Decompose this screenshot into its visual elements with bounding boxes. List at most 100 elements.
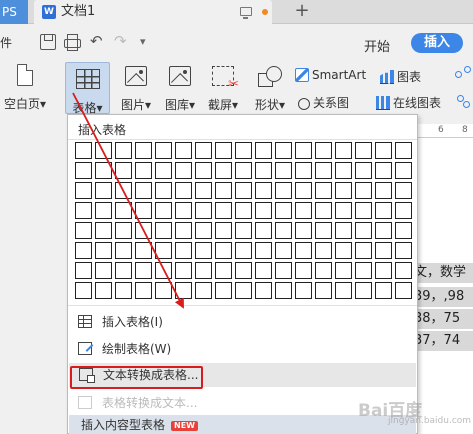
- more-dropdown-icon[interactable]: ▾: [140, 34, 156, 50]
- grid-cell[interactable]: [95, 182, 112, 199]
- grid-cell[interactable]: [155, 262, 172, 279]
- grid-cell[interactable]: [315, 282, 332, 299]
- grid-cell[interactable]: [355, 222, 372, 239]
- save-icon[interactable]: [40, 34, 56, 50]
- menu-insert[interactable]: 插入: [411, 33, 463, 53]
- grid-cell[interactable]: [395, 282, 412, 299]
- grid-cell[interactable]: [355, 262, 372, 279]
- document-line[interactable]: 39，,98: [410, 287, 473, 307]
- grid-cell[interactable]: [215, 222, 232, 239]
- grid-cell[interactable]: [315, 242, 332, 259]
- grid-cell[interactable]: [175, 242, 192, 259]
- grid-cell[interactable]: [375, 282, 392, 299]
- undo-icon[interactable]: ↶: [90, 33, 106, 49]
- grid-cell[interactable]: [335, 202, 352, 219]
- grid-cell[interactable]: [395, 242, 412, 259]
- grid-cell[interactable]: [355, 242, 372, 259]
- grid-cell[interactable]: [195, 142, 212, 159]
- grid-cell[interactable]: [135, 202, 152, 219]
- table-button[interactable]: 表格▾: [65, 62, 110, 115]
- relation-map-button[interactable]: 关系图: [298, 94, 349, 111]
- grid-cell[interactable]: [235, 262, 252, 279]
- grid-cell[interactable]: [115, 202, 132, 219]
- document-line[interactable]: 文，数学: [410, 263, 473, 283]
- monitor-icon[interactable]: [240, 7, 252, 19]
- tab-ps[interactable]: PS: [0, 0, 28, 24]
- grid-cell[interactable]: [255, 222, 272, 239]
- grid-cell[interactable]: [375, 162, 392, 179]
- grid-cell[interactable]: [335, 282, 352, 299]
- grid-cell[interactable]: [235, 282, 252, 299]
- grid-cell[interactable]: [75, 222, 92, 239]
- draw-table-menu-item[interactable]: 绘制表格(W): [68, 337, 417, 361]
- grid-cell[interactable]: [195, 222, 212, 239]
- grid-cell[interactable]: [295, 262, 312, 279]
- grid-cell[interactable]: [395, 142, 412, 159]
- grid-cell[interactable]: [275, 182, 292, 199]
- grid-cell[interactable]: [195, 262, 212, 279]
- grid-cell[interactable]: [215, 202, 232, 219]
- grid-cell[interactable]: [315, 162, 332, 179]
- grid-cell[interactable]: [315, 222, 332, 239]
- mind-map-icon[interactable]: [455, 66, 471, 82]
- grid-cell[interactable]: [175, 162, 192, 179]
- grid-cell[interactable]: [115, 222, 132, 239]
- screenshot-button[interactable]: 截屏▾: [203, 66, 243, 113]
- grid-cell[interactable]: [395, 182, 412, 199]
- grid-cell[interactable]: [235, 242, 252, 259]
- grid-cell[interactable]: [155, 282, 172, 299]
- grid-cell[interactable]: [95, 282, 112, 299]
- grid-cell[interactable]: [295, 282, 312, 299]
- grid-cell[interactable]: [135, 242, 152, 259]
- insert-table-menu-item[interactable]: 插入表格(I): [68, 310, 417, 334]
- grid-cell[interactable]: [175, 182, 192, 199]
- grid-cell[interactable]: [155, 142, 172, 159]
- grid-cell[interactable]: [195, 202, 212, 219]
- grid-cell[interactable]: [295, 182, 312, 199]
- grid-cell[interactable]: [375, 222, 392, 239]
- grid-cell[interactable]: [75, 242, 92, 259]
- grid-cell[interactable]: [375, 182, 392, 199]
- grid-cell[interactable]: [115, 142, 132, 159]
- grid-cell[interactable]: [235, 142, 252, 159]
- grid-cell[interactable]: [255, 282, 272, 299]
- grid-cell[interactable]: [95, 222, 112, 239]
- table-size-grid[interactable]: [75, 142, 412, 299]
- new-tab-button[interactable]: +: [291, 0, 313, 22]
- redo-icon[interactable]: ↷: [114, 33, 130, 49]
- grid-cell[interactable]: [255, 182, 272, 199]
- grid-cell[interactable]: [235, 162, 252, 179]
- grid-cell[interactable]: [95, 202, 112, 219]
- grid-cell[interactable]: [195, 182, 212, 199]
- grid-cell[interactable]: [115, 162, 132, 179]
- grid-cell[interactable]: [175, 262, 192, 279]
- grid-cell[interactable]: [215, 162, 232, 179]
- print-icon[interactable]: [64, 34, 81, 51]
- grid-cell[interactable]: [135, 142, 152, 159]
- grid-cell[interactable]: [155, 242, 172, 259]
- grid-cell[interactable]: [395, 162, 412, 179]
- grid-cell[interactable]: [215, 182, 232, 199]
- grid-cell[interactable]: [355, 182, 372, 199]
- tab-document[interactable]: W 文档1: [34, 0, 272, 24]
- grid-cell[interactable]: [315, 182, 332, 199]
- grid-cell[interactable]: [235, 182, 252, 199]
- grid-cell[interactable]: [255, 142, 272, 159]
- grid-cell[interactable]: [295, 142, 312, 159]
- grid-cell[interactable]: [375, 142, 392, 159]
- grid-cell[interactable]: [335, 182, 352, 199]
- grid-cell[interactable]: [95, 242, 112, 259]
- grid-cell[interactable]: [315, 202, 332, 219]
- grid-cell[interactable]: [255, 262, 272, 279]
- grid-cell[interactable]: [275, 142, 292, 159]
- shapes-button[interactable]: 形状▾: [248, 66, 292, 113]
- grid-cell[interactable]: [155, 162, 172, 179]
- grid-cell[interactable]: [75, 202, 92, 219]
- grid-cell[interactable]: [375, 242, 392, 259]
- chart-button[interactable]: 图表: [380, 68, 421, 85]
- grid-cell[interactable]: [375, 202, 392, 219]
- grid-cell[interactable]: [375, 262, 392, 279]
- grid-cell[interactable]: [275, 222, 292, 239]
- document-line[interactable]: 37，74: [410, 331, 473, 351]
- grid-cell[interactable]: [135, 262, 152, 279]
